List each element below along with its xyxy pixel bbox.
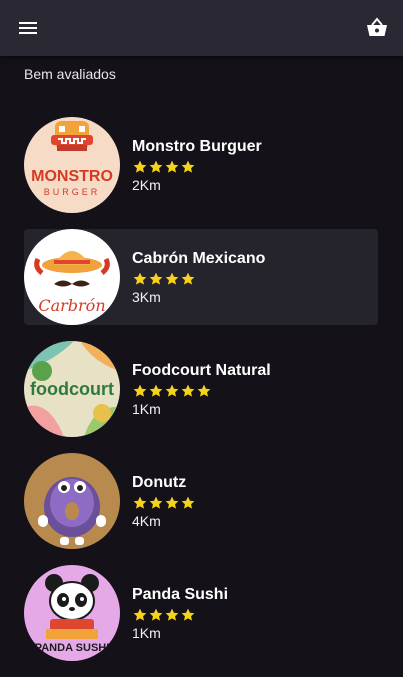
restaurant-info: Panda Sushi 1Km (132, 585, 228, 641)
svg-text:BURGER: BURGER (44, 187, 101, 197)
star-icon (133, 384, 147, 397)
svg-text:MONSTRO: MONSTRO (31, 168, 113, 185)
list-item[interactable]: Carbrón Cabrón Mexicano 3Km (24, 229, 378, 325)
rating-stars (132, 159, 262, 175)
star-icon (149, 608, 163, 621)
star-icon (149, 272, 163, 285)
restaurant-info: Monstro Burguer 2Km (132, 137, 262, 193)
star-icon (181, 608, 195, 621)
svg-text:Carbrón: Carbrón (38, 296, 105, 315)
list-item[interactable]: MONSTRO BURGER Monstro Burguer 2Km (24, 117, 378, 213)
list-item[interactable]: Donutz 4Km (24, 453, 378, 549)
shopping-basket-icon (367, 17, 387, 36)
star-icon (133, 160, 147, 173)
star-icon (165, 384, 179, 397)
restaurant-list: MONSTRO BURGER Monstro Burguer 2Km Carbr… (24, 117, 378, 677)
star-icon (165, 160, 179, 173)
restaurant-info: Foodcourt Natural 1Km (132, 361, 271, 417)
cart-button[interactable] (353, 0, 401, 56)
restaurant-name: Donutz (132, 474, 187, 491)
star-icon (181, 160, 195, 173)
star-icon (133, 496, 147, 509)
star-icon (149, 384, 163, 397)
star-icon (149, 496, 163, 509)
restaurant-logo: PANDA SUSHI (24, 565, 120, 661)
restaurant-logo: Carbrón (24, 229, 120, 325)
section-title: Bem avaliados (24, 66, 116, 82)
restaurant-name: Foodcourt Natural (132, 362, 271, 379)
star-icon (133, 608, 147, 621)
star-icon (197, 384, 211, 397)
list-item[interactable]: foodcourt Foodcourt Natural 1Km (24, 341, 378, 437)
restaurant-name: Panda Sushi (132, 586, 229, 603)
rating-stars (132, 383, 271, 399)
list-item[interactable]: PANDA SUSHI Panda Sushi 1Km (24, 565, 378, 661)
star-icon (181, 384, 195, 397)
restaurant-info: Cabrón Mexicano 3Km (132, 249, 265, 305)
restaurant-name: Cabrón Mexicano (132, 250, 266, 267)
star-icon (165, 496, 179, 509)
svg-text:foodcourt: foodcourt (30, 379, 114, 399)
restaurant-logo: foodcourt (24, 341, 120, 437)
svg-text:PANDA SUSHI: PANDA SUSHI (35, 642, 110, 654)
menu-icon (19, 22, 37, 34)
star-icon (181, 496, 195, 509)
star-icon (149, 160, 163, 173)
rating-stars (132, 607, 228, 623)
restaurant-name: Monstro Burguer (132, 138, 262, 155)
star-icon (133, 272, 147, 285)
app-bar (0, 0, 403, 56)
restaurant-distance: 1Km (132, 401, 161, 417)
restaurant-distance: 4Km (132, 513, 161, 529)
star-icon (181, 272, 195, 285)
rating-stars (132, 271, 265, 287)
menu-button[interactable] (4, 0, 52, 56)
restaurant-distance: 2Km (132, 177, 161, 193)
restaurant-logo (24, 453, 120, 549)
restaurant-distance: 3Km (132, 289, 161, 305)
star-icon (165, 272, 179, 285)
restaurant-logo: MONSTRO BURGER (24, 117, 120, 213)
restaurant-distance: 1Km (132, 625, 161, 641)
star-icon (165, 608, 179, 621)
restaurant-info: Donutz 4Km (132, 473, 196, 529)
rating-stars (132, 495, 196, 511)
